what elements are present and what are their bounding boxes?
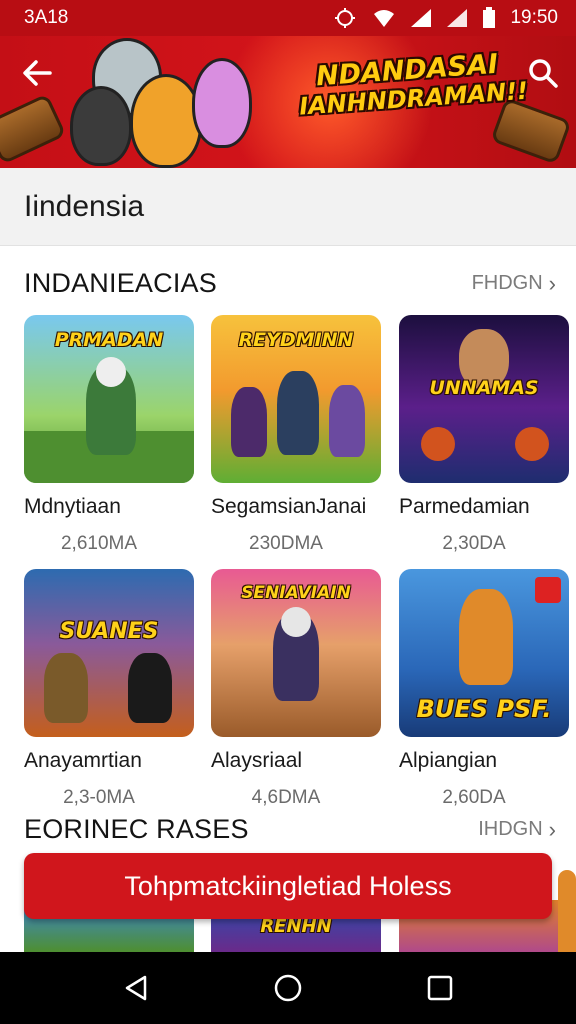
search-query[interactable]: Iindensia: [24, 190, 144, 224]
nav-back-button[interactable]: [116, 968, 156, 1008]
arrow-left-icon: [23, 60, 52, 86]
signal-icon-2: [447, 9, 468, 27]
game-meta: 2,610MA: [60, 533, 138, 554]
pink-character-icon: [192, 58, 252, 148]
see-more-label: FHDGN: [471, 272, 543, 294]
game-meta: 2,60DA: [442, 787, 506, 808]
chevron-right-icon: ›: [548, 270, 556, 296]
status-icons: 19:50: [332, 7, 558, 29]
game-thumbnail[interactable]: UNNAMAS: [399, 315, 569, 483]
thumbnail-title: UNNAMAS: [429, 377, 539, 399]
game-card[interactable]: REYDMINN SegamsianJanai 230DMA: [211, 315, 381, 555]
thumbnail-title: PRMADAN: [54, 329, 164, 351]
triangle-back-icon: [125, 975, 147, 1001]
game-card[interactable]: PRMADAN Mdnytiaan 2,610MA: [24, 315, 194, 555]
square-recents-icon: [427, 975, 453, 1001]
cta-button[interactable]: Tohpmatckiingletiad Holess: [24, 853, 552, 919]
circle-home-icon: [274, 974, 302, 1002]
game-thumbnail[interactable]: SENIAVIAIN: [211, 569, 381, 737]
status-bar: 3A18 19:50: [0, 0, 576, 36]
sync-icon: [335, 8, 356, 28]
game-name: SegamsianJanai: [211, 495, 367, 518]
system-nav-bar: [0, 952, 576, 1024]
cta-label: Tohpmatckiingletiad Holess: [124, 870, 452, 901]
status-carrier-text: 3A18: [24, 7, 69, 28]
status-time: 19:50: [510, 7, 558, 28]
nav-home-button[interactable]: [268, 968, 308, 1008]
game-meta: 230DMA: [249, 533, 323, 554]
section-title: INDANIEACIAS: [24, 268, 217, 298]
search-field[interactable]: Iindensia: [0, 168, 576, 246]
thumbnail-title: SUANES: [59, 619, 159, 644]
see-more-label: IHDGN: [478, 818, 543, 840]
barrel-right-icon: [490, 97, 572, 165]
barrel-left-icon: [0, 93, 67, 165]
game-thumbnail[interactable]: SUANES: [24, 569, 194, 737]
game-card[interactable]: SUANES Anayamrtian 2,3-0MA: [24, 569, 194, 809]
game-name: Mdnytiaan: [24, 495, 121, 518]
cat-character-icon: [70, 86, 132, 166]
game-thumbnail[interactable]: REYDMINN: [211, 315, 381, 483]
see-more-link[interactable]: IHDGN ›: [478, 817, 556, 843]
game-name: Parmedamian: [399, 495, 530, 518]
battery-icon: [483, 7, 496, 28]
fox-character-icon: [130, 74, 202, 168]
game-card[interactable]: SENIAVIAIN Alaysriaal 4,6DMA: [211, 569, 381, 809]
nav-recents-button[interactable]: [420, 968, 460, 1008]
game-name: Alaysriaal: [211, 749, 303, 772]
game-thumbnail-partial[interactable]: [558, 870, 576, 952]
section-header-2: EORINEC RASES IHDGN ›: [24, 814, 556, 845]
section-title: EORINEC RASES: [24, 814, 249, 844]
thumbnail-title: RENHN: [260, 916, 332, 937]
back-button[interactable]: [20, 56, 54, 90]
search-icon: [529, 59, 558, 88]
see-more-link[interactable]: FHDGN ›: [472, 271, 556, 297]
game-card[interactable]: UNNAMAS Parmedamian 2,30DA: [399, 315, 569, 555]
game-meta: 2,30DA: [442, 533, 506, 554]
thumbnail-title: REYDMINN: [238, 329, 354, 351]
game-meta: 2,3-0MA: [63, 787, 135, 808]
game-name: Alpiangian: [399, 749, 498, 772]
chevron-right-icon: ›: [548, 816, 556, 842]
wifi-icon: [374, 10, 395, 27]
game-thumbnail[interactable]: PRMADAN: [24, 315, 194, 483]
game-thumbnail[interactable]: BUES PSF.: [399, 569, 569, 737]
thumbnail-title: BUES PSF.: [416, 695, 552, 723]
game-meta: 4,6DMA: [251, 787, 321, 808]
search-button[interactable]: [526, 56, 560, 90]
game-name: Anayamrtian: [24, 749, 142, 772]
thumbnail-title: SENIAVIAIN: [241, 583, 351, 603]
game-card[interactable]: BUES PSF. Alpiangian 2,60DA: [399, 569, 569, 809]
signal-icon: [411, 9, 432, 27]
promo-banner[interactable]: NDANDASAI IANHNDRAMAN!!: [0, 36, 576, 168]
section-header-1: INDANIEACIAS FHDGN ›: [24, 268, 556, 299]
